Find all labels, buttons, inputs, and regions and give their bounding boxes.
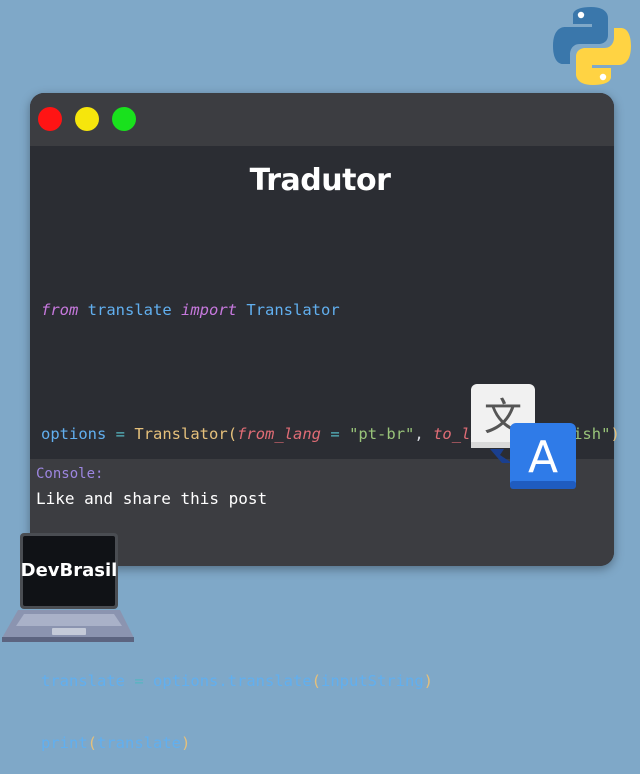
code-token: ) <box>610 424 620 443</box>
code-token: options <box>41 424 107 443</box>
code-line-5: print(translate) <box>41 733 620 754</box>
code-token: from_lang <box>237 424 322 443</box>
code-line-4: translate = options.translate(inputStrin… <box>41 671 620 692</box>
minimize-button[interactable] <box>75 107 99 131</box>
code-token: Translator <box>246 301 340 320</box>
code-token: from <box>41 301 79 320</box>
code-token: print <box>41 733 88 752</box>
code-token: ( <box>87 733 98 752</box>
code-line-1: from translate import Translator <box>41 300 620 321</box>
code-token: ( <box>311 671 322 690</box>
code-token: ( <box>227 424 238 443</box>
brand-name: DevBrasil <box>21 560 118 581</box>
code-token: = <box>115 424 126 443</box>
maximize-button[interactable] <box>112 107 136 131</box>
code-token: ) <box>181 733 191 752</box>
code-token: = <box>330 424 340 443</box>
code-token: = <box>134 671 144 690</box>
devbrasil-laptop-logo: DevBrasil <box>2 533 134 642</box>
code-editor: from translate import Translator options… <box>41 259 620 774</box>
page-title: Tradutor <box>249 163 391 198</box>
google-translate-icon: 文 A <box>471 384 576 489</box>
code-token: Translator <box>134 424 228 443</box>
translate-glyph-target: A <box>528 432 558 483</box>
code-token: , <box>414 424 424 443</box>
code-token: "pt-br" <box>349 424 415 443</box>
code-token: translate <box>41 671 125 690</box>
code-token: inputString <box>321 671 424 690</box>
code-token: translate <box>97 733 182 752</box>
code-token: "Curta e compartilhe essa publicação" <box>171 548 517 567</box>
python-logo-icon <box>553 7 631 85</box>
code-token: ) <box>423 671 434 690</box>
close-button[interactable] <box>38 107 62 131</box>
code-token: import <box>181 301 238 320</box>
code-token: translate <box>87 301 172 320</box>
code-token: options.translate <box>153 671 312 690</box>
window-titlebar <box>30 93 614 146</box>
code-token: = <box>153 548 163 567</box>
